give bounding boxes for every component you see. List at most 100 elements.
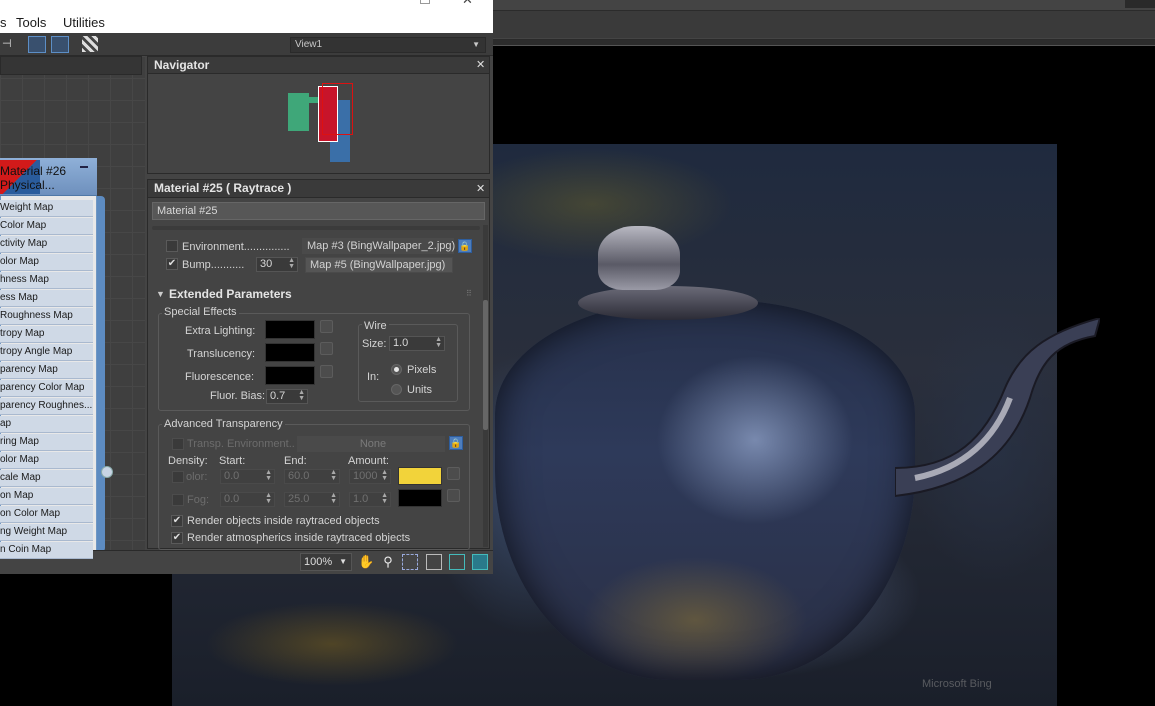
node-slot[interactable]: on Color Map	[0, 506, 93, 523]
layout-children-icon[interactable]	[51, 36, 69, 53]
node-slot[interactable]: cale Map	[0, 470, 93, 487]
node-slot[interactable]: ring Map	[0, 434, 93, 451]
spinner-arrows-icon[interactable]: ▲ ▼	[298, 389, 305, 402]
scrollbar-thumb[interactable]	[483, 300, 488, 430]
spinner-arrows-icon[interactable]: ▲ ▼	[265, 492, 272, 505]
nav-view-frame[interactable]	[322, 83, 353, 135]
node-slot[interactable]: n Coin Map	[0, 542, 93, 559]
zoom-icon[interactable]: ⚲	[380, 554, 396, 570]
node-slot[interactable]: tropy Angle Map	[0, 344, 93, 361]
color-end-spinner[interactable]: 60.0 ▲ ▼	[284, 469, 340, 484]
spinner-arrows-icon[interactable]: ▲ ▼	[265, 469, 272, 482]
node-slot[interactable]: Roughness Map	[0, 308, 93, 325]
node-slot[interactable]: ess Map	[0, 290, 93, 307]
node-slot[interactable]: Weight Map	[0, 200, 93, 217]
environment-map-button[interactable]: Map #3 (BingWallpaper_2.jpg)	[302, 238, 455, 254]
close-window-icon[interactable]: ✕	[462, 0, 476, 8]
zoom-region-icon[interactable]	[402, 554, 418, 570]
render-objects-checkbox[interactable]: ✔	[171, 515, 183, 527]
layout-icon[interactable]: ⊣	[2, 37, 16, 51]
node-slot[interactable]: olor Map	[0, 254, 93, 271]
spinner-arrows-icon[interactable]: ▲ ▼	[435, 336, 442, 349]
layout-all-icon[interactable]	[28, 36, 46, 53]
transp-environment-map-button[interactable]: None	[297, 436, 445, 452]
translucency-map-button[interactable]	[320, 342, 333, 355]
color-amount-spinner[interactable]: 1000 ▲ ▼	[349, 469, 391, 484]
fog-color-map-button[interactable]	[447, 489, 460, 502]
spinner-arrows-icon[interactable]: ▲ ▼	[288, 257, 295, 270]
checker-icon[interactable]	[82, 36, 98, 52]
lock-icon[interactable]: 🔒	[449, 436, 463, 450]
spinner-arrows-icon[interactable]: ▲ ▼	[330, 492, 337, 505]
fog-color-swatch[interactable]	[398, 489, 442, 507]
density-color-map-button[interactable]	[447, 467, 460, 480]
fluorescence-swatch[interactable]	[265, 366, 315, 385]
rollout-collapse-icon[interactable]: ▼	[156, 289, 165, 299]
density-color-label: olor:	[186, 471, 208, 483]
render-atmospherics-checkbox[interactable]: ✔	[171, 532, 183, 544]
special-effects-label: Special Effects	[162, 306, 239, 318]
spinner-arrows-icon[interactable]: ▲ ▼	[330, 469, 337, 482]
pan-to-selected-icon[interactable]	[472, 554, 488, 570]
fluor-bias-spinner[interactable]: 0.7 ▲ ▼	[266, 389, 308, 404]
spinner-arrows-icon[interactable]: ▲ ▼	[381, 492, 388, 505]
bump-label: Bump...........	[182, 259, 245, 271]
maximize-icon[interactable]	[420, 0, 430, 4]
density-label: Density:	[168, 455, 208, 467]
fog-amount-spinner[interactable]: 1.0 ▲ ▼	[349, 492, 391, 507]
node-slot[interactable]: Color Map	[0, 218, 93, 235]
close-icon[interactable]: ✕	[476, 60, 486, 72]
node-slot[interactable]: ap	[0, 416, 93, 433]
bump-checkbox[interactable]: ✔	[166, 258, 178, 270]
extra-lighting-map-button[interactable]	[320, 320, 333, 333]
amount-label: Amount:	[348, 455, 389, 467]
menu-item-modes[interactable]: s	[0, 15, 7, 30]
extra-lighting-label: Extra Lighting:	[185, 325, 256, 337]
fog-start-spinner[interactable]: 0.0 ▲ ▼	[220, 492, 275, 507]
node-slot[interactable]: tropy Map	[0, 326, 93, 343]
output-socket[interactable]	[101, 466, 113, 478]
zoom-extents-icon[interactable]	[426, 554, 442, 570]
bump-map-button[interactable]: Map #5 (BingWallpaper.jpg)	[305, 257, 453, 273]
density-fog-checkbox[interactable]	[172, 494, 184, 506]
transp-environment-checkbox[interactable]	[172, 438, 184, 450]
bump-amount-spinner[interactable]: 30 ▲ ▼	[256, 257, 298, 272]
density-color-swatch[interactable]	[398, 467, 442, 485]
zoom-selected-icon[interactable]	[449, 554, 465, 570]
extended-parameters-title[interactable]: Extended Parameters	[169, 287, 292, 301]
lock-icon[interactable]: 🔒	[458, 239, 472, 253]
fog-end-spinner[interactable]: 25.0 ▲ ▼	[284, 492, 340, 507]
menu-item-utilities[interactable]: Utilities	[63, 15, 105, 30]
spinner-arrows-icon[interactable]: ▲ ▼	[381, 469, 388, 482]
fluorescence-map-button[interactable]	[320, 365, 333, 378]
collapse-icon[interactable]	[80, 166, 88, 168]
material-name-field[interactable]: Material #25	[152, 202, 485, 220]
node-slot[interactable]: hness Map	[0, 272, 93, 289]
extra-lighting-swatch[interactable]	[265, 320, 315, 339]
pixels-radio[interactable]	[391, 364, 402, 375]
close-icon[interactable]: ✕	[476, 184, 486, 196]
node-title-line2: Physical...	[0, 178, 55, 192]
node-slot[interactable]: on Map	[0, 488, 93, 505]
color-start-spinner[interactable]: 0.0 ▲ ▼	[220, 469, 275, 484]
fog-start-value: 0.0	[224, 493, 240, 505]
color-amount-value: 1000	[353, 470, 378, 482]
node-slot[interactable]: parency Roughnes...	[0, 398, 93, 415]
material-panel-title: Material #25 ( Raytrace )	[148, 180, 489, 198]
viewport-control[interactable]	[1125, 0, 1155, 8]
fluor-bias-label: Fluor. Bias:	[210, 390, 266, 402]
units-radio[interactable]	[391, 384, 402, 395]
node-slot[interactable]: ng Weight Map	[0, 524, 93, 541]
translucency-swatch[interactable]	[265, 343, 315, 362]
wire-size-spinner[interactable]: 1.0 ▲ ▼	[389, 336, 445, 351]
node-slot[interactable]: ctivity Map	[0, 236, 93, 253]
pan-hand-icon[interactable]: ✋	[358, 554, 374, 570]
zoom-dropdown[interactable]: 100% ▼	[300, 553, 352, 571]
menu-item-tools[interactable]: Tools	[16, 15, 46, 30]
node-slot[interactable]: parency Color Map	[0, 380, 93, 397]
environment-checkbox[interactable]	[166, 240, 178, 252]
node-slot[interactable]: olor Map	[0, 452, 93, 469]
view-dropdown[interactable]: View1 ▼	[290, 37, 486, 53]
node-slot[interactable]: parency Map	[0, 362, 93, 379]
density-color-checkbox[interactable]	[172, 471, 184, 483]
